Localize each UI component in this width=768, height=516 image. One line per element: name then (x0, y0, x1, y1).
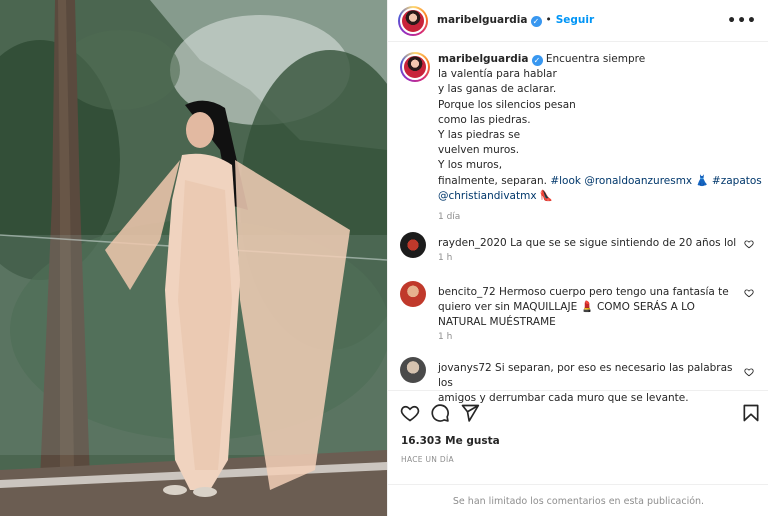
comment-icon[interactable] (430, 403, 450, 423)
commenter-username[interactable]: jovanys72 (438, 362, 492, 374)
caption-line-8: Y los muros, (438, 159, 503, 172)
caption-line-9: finalmente, separan. #look @ronaldoanzur… (438, 174, 762, 189)
share-icon[interactable] (460, 403, 480, 423)
caption-line-3: y las ganas de aclarar. (438, 83, 557, 96)
heart-icon[interactable] (744, 367, 754, 377)
caption-line-6: Y las piedras se (438, 129, 521, 142)
caption-text: maribelguardia ✓ Encuentra siempre la val… (438, 52, 762, 225)
commenter-avatar[interactable] (400, 281, 426, 307)
post-photo[interactable] (0, 0, 387, 516)
caption-username[interactable]: maribelguardia (438, 53, 529, 65)
author-username[interactable]: maribelguardia (437, 14, 528, 26)
separator-dot: • (545, 14, 552, 26)
commenter-username[interactable]: rayden_2020 (438, 237, 507, 249)
commenter-avatar[interactable] (400, 232, 426, 258)
comment-body-line-1: Hermoso cuerpo pero tengo una fantasía t… (498, 286, 729, 298)
comment-time[interactable]: 1 h (438, 332, 452, 342)
caption-line-4: Porque los silencios pesan (438, 98, 576, 111)
caption-line-2: la valentía para hablar (438, 68, 557, 81)
caption-line-10: @christiandivatmx 👠 (438, 189, 758, 204)
hashtag-look[interactable]: #look (550, 175, 581, 187)
comment-text: bencito_72 Hermoso cuerpo pero tengo una… (438, 285, 748, 330)
follow-button[interactable]: Seguir (556, 14, 594, 26)
caption-line-7: vuelven muros. (438, 144, 520, 157)
hashtag-zapatos[interactable]: #zapatos (712, 175, 762, 187)
post-sidebar: maribelguardia ✓ • Seguir ••• maribelguardi… (387, 0, 768, 516)
commenter-avatar[interactable] (400, 357, 426, 383)
heart-icon[interactable] (744, 239, 754, 249)
caption-line-5: como las piedras. (438, 113, 531, 126)
shoe-emoji: 👠 (539, 189, 553, 202)
dress-emoji: 👗 (695, 174, 709, 187)
comment-time[interactable]: 1 h (438, 253, 452, 263)
comment-body-line-2: quiero ver sin MAQUILLAJE 💄 COMO SERÁS A… (438, 301, 695, 313)
post-header: maribelguardia ✓ • Seguir ••• (388, 0, 768, 42)
mention-christian[interactable]: @christiandivatmx (438, 190, 537, 202)
heart-icon[interactable] (400, 403, 420, 423)
commenter-username[interactable]: bencito_72 (438, 286, 496, 298)
comments-limited-notice: Se han limitado los comentarios en esta … (388, 484, 768, 516)
more-icon[interactable]: ••• (727, 13, 757, 29)
mention-ronaldo[interactable]: @ronaldoanzuresmx (584, 175, 692, 187)
comment-text: rayden_2020 La que se se sigue sintiendo… (438, 236, 748, 251)
verified-icon: ✓ (531, 55, 543, 66)
caption-line-9-text: finalmente, separan. (438, 174, 551, 187)
comment-body-line-3: NATURAL MUÉSTRAME (438, 316, 556, 328)
caption-avatar[interactable] (400, 52, 430, 82)
caption-line-1: maribelguardia ✓ Encuentra siempre (438, 52, 758, 67)
verified-icon: ✓ (530, 16, 542, 27)
likes-count[interactable]: 16.303 Me gusta (401, 435, 500, 447)
caption-line-1-text: Encuentra siempre (545, 53, 646, 65)
post-actions: 16.303 Me gusta HACE UN DÍA Se han limit… (388, 390, 768, 516)
author-row: maribelguardia ✓ • Seguir (437, 14, 594, 27)
post-photo-illustration (0, 0, 387, 516)
bookmark-icon[interactable] (741, 403, 761, 423)
caption-time[interactable]: 1 día (438, 210, 758, 225)
comment-body: La que se se sigue sintiendo de 20 años … (510, 237, 737, 249)
heart-icon[interactable] (744, 288, 754, 298)
author-avatar[interactable] (398, 6, 428, 36)
post-date[interactable]: HACE UN DÍA (401, 455, 454, 464)
